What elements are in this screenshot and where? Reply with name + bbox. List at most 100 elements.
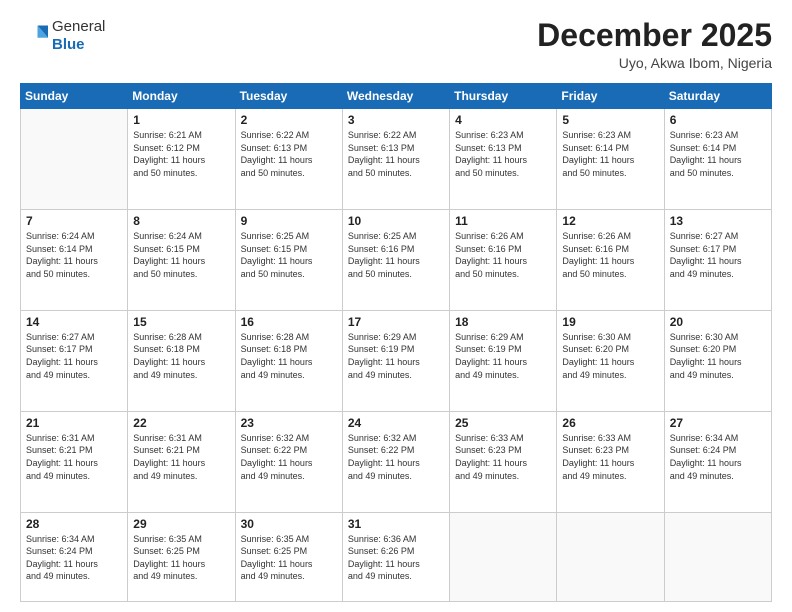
calendar-cell: 5Sunrise: 6:23 AM Sunset: 6:14 PM Daylig…: [557, 109, 664, 210]
day-number: 22: [133, 416, 229, 430]
calendar-cell: 19 Sunrise: 6:30 AM Sunset: 6:20 PM Dayli…: [557, 310, 664, 411]
calendar-header-saturday: Saturday: [664, 84, 771, 109]
calendar-cell: 11 Sunrise: 6:26 AM Sunset: 6:16 PM Dayli…: [450, 210, 557, 311]
calendar-cell: 14 Sunrise: 6:27 AM Sunset: 6:17 PM Dayli…: [21, 310, 128, 411]
day-info: Sunrise: 6:29 AM Sunset: 6:19 PM Dayligh…: [455, 331, 551, 381]
calendar-header-tuesday: Tuesday: [235, 84, 342, 109]
calendar-cell: 21 Sunrise: 6:31 AM Sunset: 6:21 PM Dayli…: [21, 411, 128, 512]
calendar-cell: 28 Sunrise: 6:34 AM Sunset: 6:24 PM Dayli…: [21, 512, 128, 601]
calendar-header-sunday: Sunday: [21, 84, 128, 109]
logo-icon: [20, 22, 48, 50]
day-info: Sunrise: 6:26 AM Sunset: 6:16 PM Dayligh…: [455, 230, 551, 280]
calendar-cell: 10 Sunrise: 6:25 AM Sunset: 6:16 PM Dayli…: [342, 210, 449, 311]
day-number: 8: [133, 214, 229, 228]
calendar-cell: 8 Sunrise: 6:24 AM Sunset: 6:15 PM Daylig…: [128, 210, 235, 311]
day-info: Sunrise: 6:24 AM Sunset: 6:15 PM Dayligh…: [133, 230, 229, 280]
day-number: 31: [348, 517, 444, 531]
calendar-header-wednesday: Wednesday: [342, 84, 449, 109]
day-info: Sunrise: 6:34 AM Sunset: 6:24 PM Dayligh…: [26, 533, 122, 583]
location: Uyo, Akwa Ibom, Nigeria: [537, 55, 772, 71]
title-block: December 2025 Uyo, Akwa Ibom, Nigeria: [537, 18, 772, 71]
calendar-header-thursday: Thursday: [450, 84, 557, 109]
day-info: Sunrise: 6:26 AM Sunset: 6:16 PM Dayligh…: [562, 230, 658, 280]
calendar-cell: 4 Sunrise: 6:23 AM Sunset: 6:13 PM Daylig…: [450, 109, 557, 210]
calendar-header-monday: Monday: [128, 84, 235, 109]
day-number: 20: [670, 315, 766, 329]
day-info: Sunrise: 6:24 AM Sunset: 6:14 PM Dayligh…: [26, 230, 122, 280]
day-number: 11: [455, 214, 551, 228]
day-number: 26: [562, 416, 658, 430]
calendar-header-row: SundayMondayTuesdayWednesdayThursdayFrid…: [21, 84, 772, 109]
day-info: Sunrise: 6:27 AM Sunset: 6:17 PM Dayligh…: [26, 331, 122, 381]
calendar-header-friday: Friday: [557, 84, 664, 109]
calendar-week-5: 28 Sunrise: 6:34 AM Sunset: 6:24 PM Dayli…: [21, 512, 772, 601]
calendar-week-4: 21 Sunrise: 6:31 AM Sunset: 6:21 PM Dayli…: [21, 411, 772, 512]
day-number: 7: [26, 214, 122, 228]
calendar-cell: 26 Sunrise: 6:33 AM Sunset: 6:23 PM Dayli…: [557, 411, 664, 512]
calendar-week-3: 14 Sunrise: 6:27 AM Sunset: 6:17 PM Dayli…: [21, 310, 772, 411]
day-number: 24: [348, 416, 444, 430]
day-info: Sunrise: 6:30 AM Sunset: 6:20 PM Dayligh…: [562, 331, 658, 381]
calendar-cell: [21, 109, 128, 210]
day-number: 28: [26, 517, 122, 531]
day-number: 4: [455, 113, 551, 127]
day-number: 16: [241, 315, 337, 329]
day-number: 27: [670, 416, 766, 430]
calendar-cell: 30 Sunrise: 6:35 AM Sunset: 6:25 PM Dayli…: [235, 512, 342, 601]
day-number: 13: [670, 214, 766, 228]
day-number: 1: [133, 113, 229, 127]
day-info: Sunrise: 6:23 AM Sunset: 6:14 PM Dayligh…: [670, 129, 766, 179]
calendar-cell: 23Sunrise: 6:32 AM Sunset: 6:22 PM Dayli…: [235, 411, 342, 512]
day-number: 30: [241, 517, 337, 531]
calendar-cell: 20Sunrise: 6:30 AM Sunset: 6:20 PM Dayli…: [664, 310, 771, 411]
calendar-cell: 12 Sunrise: 6:26 AM Sunset: 6:16 PM Dayli…: [557, 210, 664, 311]
day-number: 3: [348, 113, 444, 127]
day-info: Sunrise: 6:23 AM Sunset: 6:14 PM Dayligh…: [562, 129, 658, 179]
month-title: December 2025: [537, 18, 772, 53]
calendar-cell: 29 Sunrise: 6:35 AM Sunset: 6:25 PM Dayli…: [128, 512, 235, 601]
day-number: 10: [348, 214, 444, 228]
day-info: Sunrise: 6:34 AM Sunset: 6:24 PM Dayligh…: [670, 432, 766, 482]
logo-general: General: [52, 18, 105, 35]
day-info: Sunrise: 6:35 AM Sunset: 6:25 PM Dayligh…: [133, 533, 229, 583]
calendar-week-1: 1 Sunrise: 6:21 AM Sunset: 6:12 PM Daylig…: [21, 109, 772, 210]
day-number: 21: [26, 416, 122, 430]
day-number: 18: [455, 315, 551, 329]
calendar-week-2: 7 Sunrise: 6:24 AM Sunset: 6:14 PM Daylig…: [21, 210, 772, 311]
day-info: Sunrise: 6:28 AM Sunset: 6:18 PM Dayligh…: [241, 331, 337, 381]
day-info: Sunrise: 6:29 AM Sunset: 6:19 PM Dayligh…: [348, 331, 444, 381]
day-info: Sunrise: 6:21 AM Sunset: 6:12 PM Dayligh…: [133, 129, 229, 179]
calendar-cell: 25 Sunrise: 6:33 AM Sunset: 6:23 PM Dayli…: [450, 411, 557, 512]
day-number: 23: [241, 416, 337, 430]
day-info: Sunrise: 6:31 AM Sunset: 6:21 PM Dayligh…: [133, 432, 229, 482]
day-info: Sunrise: 6:31 AM Sunset: 6:21 PM Dayligh…: [26, 432, 122, 482]
day-info: Sunrise: 6:25 AM Sunset: 6:15 PM Dayligh…: [241, 230, 337, 280]
day-number: 25: [455, 416, 551, 430]
day-info: Sunrise: 6:22 AM Sunset: 6:13 PM Dayligh…: [241, 129, 337, 179]
calendar-cell: 6 Sunrise: 6:23 AM Sunset: 6:14 PM Daylig…: [664, 109, 771, 210]
day-info: Sunrise: 6:28 AM Sunset: 6:18 PM Dayligh…: [133, 331, 229, 381]
day-info: Sunrise: 6:32 AM Sunset: 6:22 PM Dayligh…: [348, 432, 444, 482]
day-info: Sunrise: 6:25 AM Sunset: 6:16 PM Dayligh…: [348, 230, 444, 280]
day-info: Sunrise: 6:35 AM Sunset: 6:25 PM Dayligh…: [241, 533, 337, 583]
logo-text: General Blue: [52, 18, 105, 54]
day-number: 14: [26, 315, 122, 329]
calendar-cell: 18 Sunrise: 6:29 AM Sunset: 6:19 PM Dayli…: [450, 310, 557, 411]
day-info: Sunrise: 6:27 AM Sunset: 6:17 PM Dayligh…: [670, 230, 766, 280]
day-info: Sunrise: 6:33 AM Sunset: 6:23 PM Dayligh…: [455, 432, 551, 482]
day-number: 29: [133, 517, 229, 531]
calendar-cell: 24 Sunrise: 6:32 AM Sunset: 6:22 PM Dayli…: [342, 411, 449, 512]
calendar-cell: 1 Sunrise: 6:21 AM Sunset: 6:12 PM Daylig…: [128, 109, 235, 210]
calendar-cell: 22 Sunrise: 6:31 AM Sunset: 6:21 PM Dayli…: [128, 411, 235, 512]
header: General Blue December 2025 Uyo, Akwa Ibo…: [20, 18, 772, 71]
day-number: 6: [670, 113, 766, 127]
day-number: 9: [241, 214, 337, 228]
day-info: Sunrise: 6:36 AM Sunset: 6:26 PM Dayligh…: [348, 533, 444, 583]
day-number: 12: [562, 214, 658, 228]
logo-blue: Blue: [52, 36, 85, 53]
day-number: 19: [562, 315, 658, 329]
logo: General Blue: [20, 18, 105, 54]
day-info: Sunrise: 6:23 AM Sunset: 6:13 PM Dayligh…: [455, 129, 551, 179]
day-info: Sunrise: 6:33 AM Sunset: 6:23 PM Dayligh…: [562, 432, 658, 482]
calendar-cell: 3Sunrise: 6:22 AM Sunset: 6:13 PM Daylig…: [342, 109, 449, 210]
